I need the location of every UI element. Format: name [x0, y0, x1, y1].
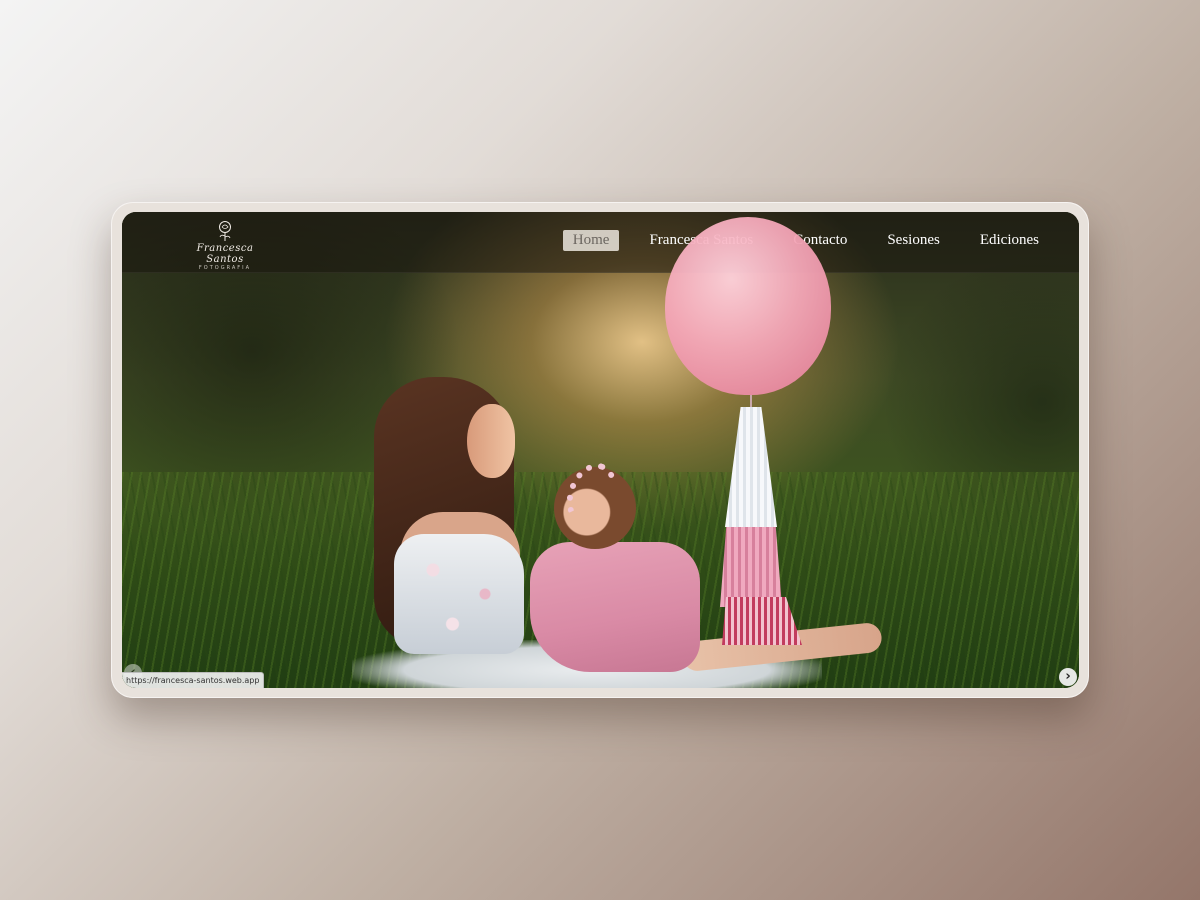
nav-sesiones[interactable]: Sesiones: [877, 230, 950, 251]
hero-photo: [122, 212, 1079, 688]
balloon-tassel-pink: [720, 527, 782, 607]
top-navbar: Francesca Santos FOTOGRAFIA Home Frances…: [122, 212, 1079, 273]
rose-logo-icon: [219, 221, 231, 241]
device-frame: Francesca Santos FOTOGRAFIA Home Frances…: [111, 202, 1089, 698]
browser-screen: Francesca Santos FOTOGRAFIA Home Frances…: [122, 212, 1079, 688]
mother-dress: [394, 534, 524, 654]
brand-logo[interactable]: Francesca Santos FOTOGRAFIA: [180, 220, 270, 271]
balloon-string: [750, 395, 752, 409]
mother-face: [467, 404, 515, 478]
logo-script-text: Francesca Santos: [196, 243, 254, 265]
pink-balloon: [665, 217, 831, 395]
status-bar-url: https://francesca-santos.web.app: [122, 672, 265, 688]
nav-ediciones[interactable]: Ediciones: [970, 230, 1049, 251]
chevron-right-icon[interactable]: ›: [1059, 668, 1077, 686]
child-dress: [530, 542, 700, 672]
nav-home[interactable]: Home: [562, 230, 620, 251]
logo-subtitle: FOTOGRAFIA: [198, 265, 252, 271]
